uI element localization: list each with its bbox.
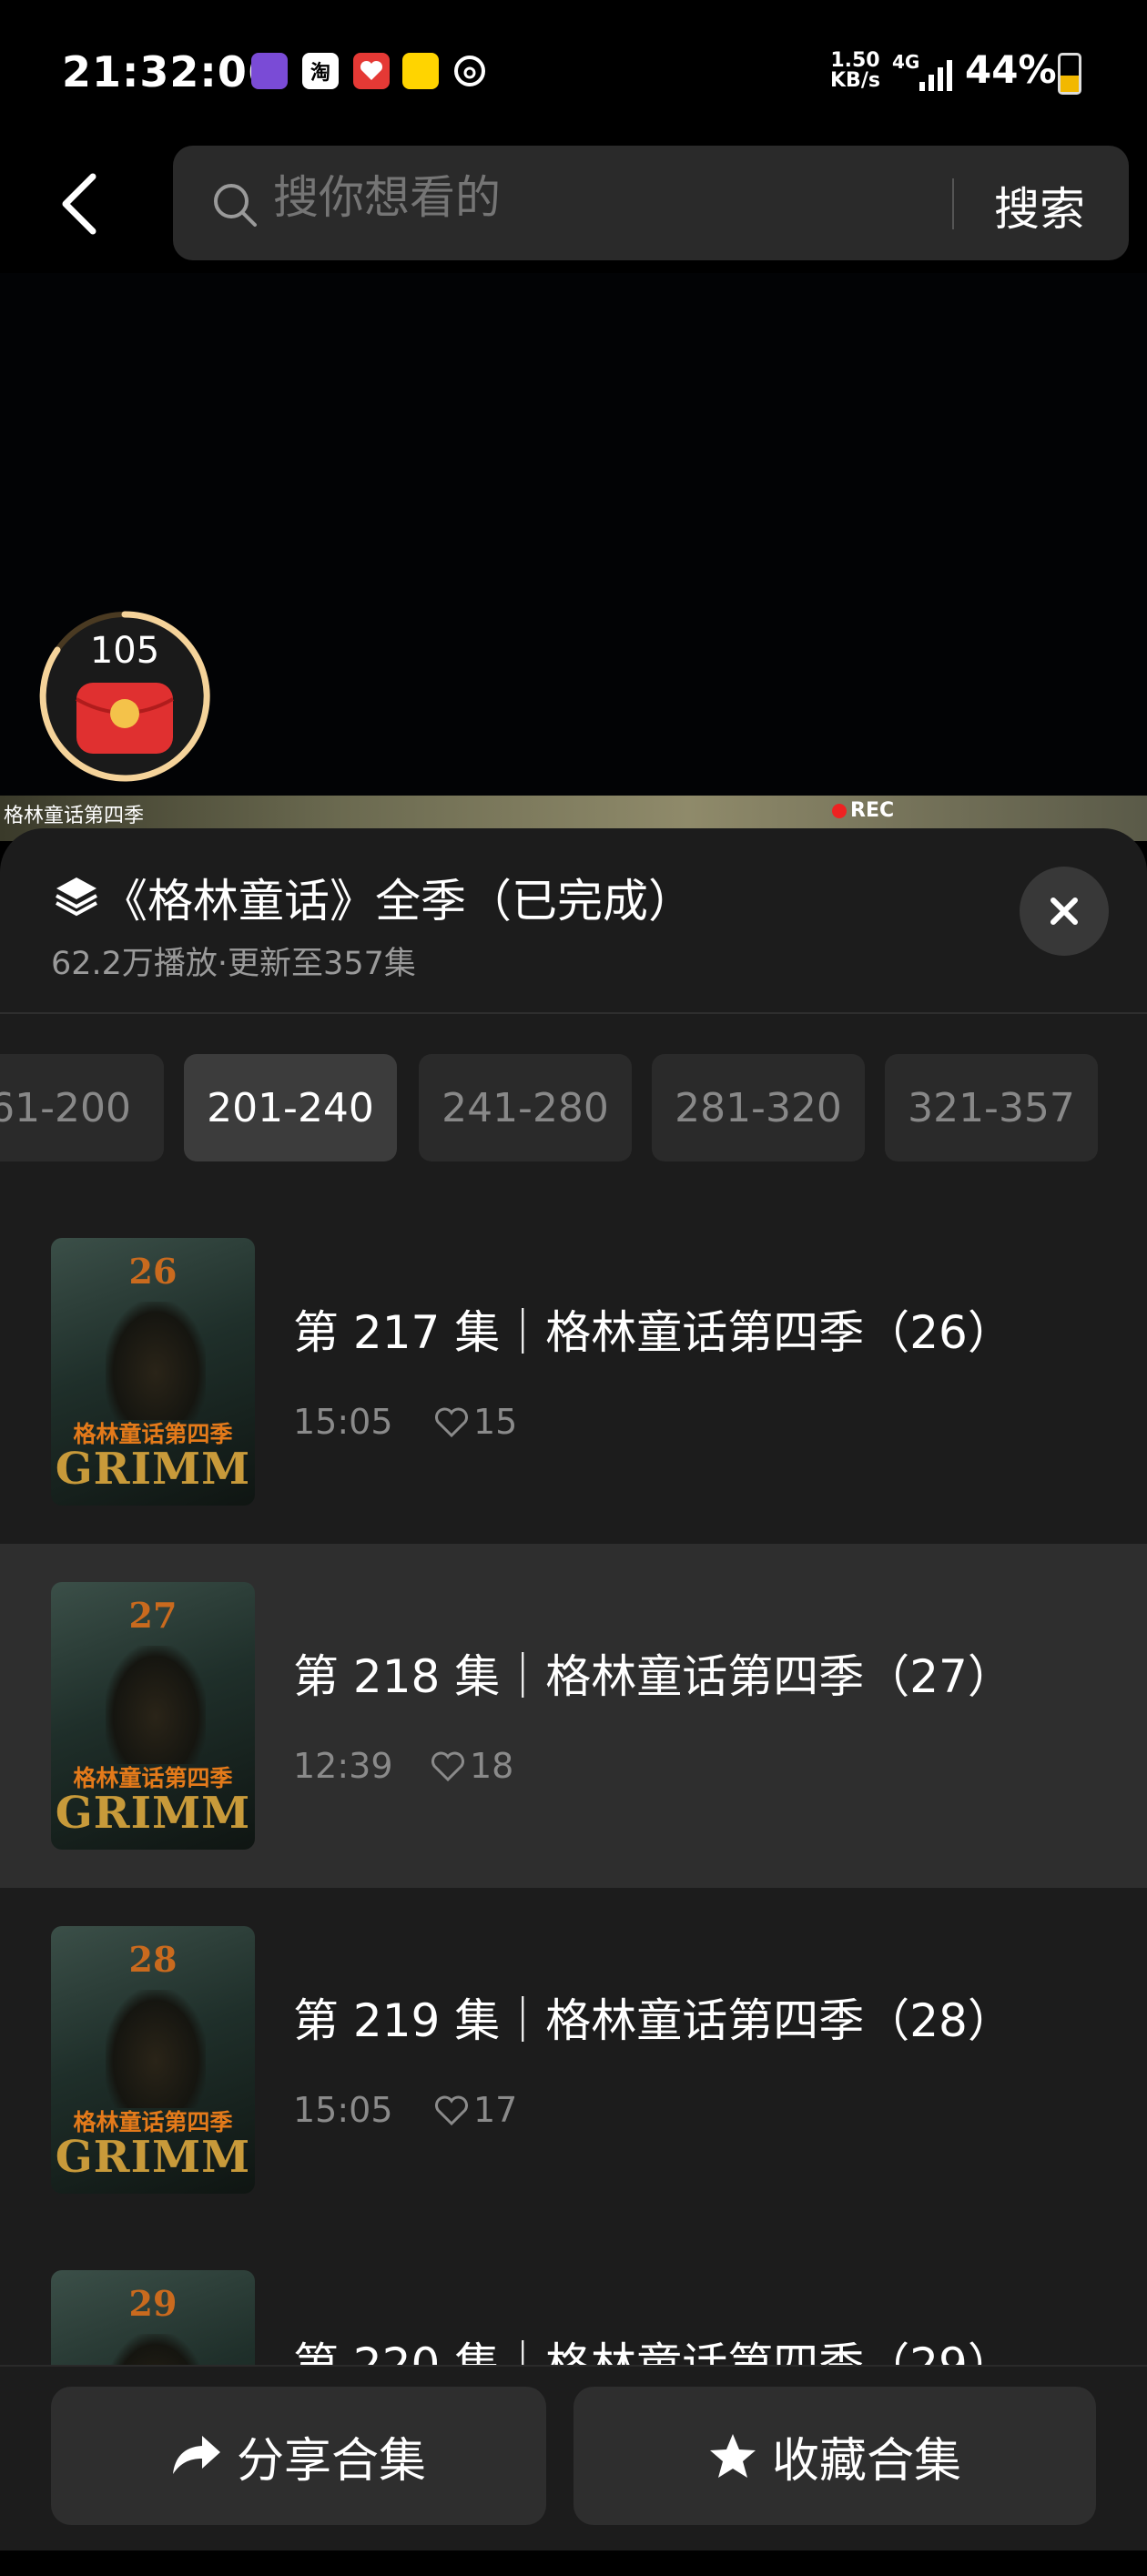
close-button[interactable] [1020, 867, 1109, 956]
signal-icon [919, 58, 956, 95]
episode-duration: 15:05 [293, 1402, 393, 1442]
thumbnail-number: 26 [128, 1251, 178, 1292]
share-label: 分享合集 [236, 2433, 426, 2489]
thumbnail-logo: GRIMM [55, 2132, 251, 2183]
thumbnail-number: 27 [128, 1595, 178, 1636]
episode-title: 第 217 集｜格林童话第四季（26） [293, 1306, 1013, 1359]
net-speed-unit: KB/s [830, 69, 880, 92]
network-type: 4G [892, 51, 920, 73]
search-icon [209, 179, 260, 234]
netease-music-icon [452, 53, 488, 89]
episode-thumbnail: 26 格林童话第四季 GRIMM [51, 1238, 255, 1506]
rec-label: REC [850, 799, 895, 822]
episode-title: 第 219 集｜格林童话第四季（28） [293, 1994, 1013, 2047]
tab-range-1[interactable]: 161-200 [0, 1054, 164, 1161]
like-count: 17 [473, 2090, 518, 2130]
thumbnail-logo: GRIMM [55, 1444, 251, 1495]
collection-stats: 62.2万播放·更新至357集 [51, 946, 416, 982]
star-icon [709, 2434, 756, 2478]
heart-icon [435, 1407, 468, 1438]
search-divider [952, 178, 954, 229]
rec-dot-icon [832, 804, 847, 818]
share-icon [172, 2436, 220, 2474]
layers-icon [53, 872, 100, 923]
favorite-collection-button[interactable]: 收藏合集 [574, 2387, 1096, 2525]
heart-icon [435, 2095, 468, 2126]
thumbnail-logo: GRIMM [55, 1788, 251, 1839]
tab-range-2[interactable]: 201-240 [184, 1054, 397, 1161]
tab-range-4[interactable]: 281-320 [652, 1054, 865, 1161]
episode-duration: 15:05 [293, 2090, 393, 2130]
search-input[interactable] [273, 171, 910, 224]
share-collection-button[interactable]: 分享合集 [51, 2387, 546, 2525]
like-count: 18 [470, 1746, 514, 1786]
taobao-icon: 淘 [302, 53, 339, 89]
status-bar: 21:32:06 淘 1.50 KB/s 4G 44% [0, 0, 1147, 146]
tab-range-3[interactable]: 241-280 [419, 1054, 632, 1161]
episode-likes[interactable]: 18 [430, 1746, 513, 1786]
thumbnail-number: 28 [128, 1939, 178, 1980]
back-button[interactable] [56, 171, 111, 237]
close-icon [1051, 898, 1078, 925]
reward-count: 105 [89, 630, 160, 672]
battery-icon [1058, 53, 1081, 95]
heart-icon [431, 1751, 464, 1782]
yellow-app-icon [402, 53, 439, 89]
battery-percent: 44% [965, 47, 1057, 92]
thumbnail-number: 29 [128, 2283, 178, 2324]
episode-thumbnail: 27 格林童话第四季 GRIMM [51, 1582, 255, 1850]
episode-duration: 12:39 [293, 1746, 393, 1786]
video-overlay-label: 格林童话第四季 [4, 805, 145, 827]
chevron-left-icon [62, 173, 96, 235]
like-count: 15 [473, 1402, 518, 1442]
tab-range-5[interactable]: 321-357 [885, 1054, 1098, 1161]
sheet-divider [0, 1012, 1147, 1014]
favorite-label: 收藏合集 [771, 2433, 961, 2489]
search-button[interactable]: 搜索 [994, 173, 1085, 238]
collection-title: 《格林童话》全季（已完成） [102, 875, 694, 928]
net-speed: 1.50 KB/s [830, 51, 880, 91]
episode-title: 第 218 集｜格林童话第四季（27） [293, 1650, 1013, 1703]
heart-app-icon [353, 53, 390, 89]
episode-likes[interactable]: 17 [433, 2090, 517, 2130]
episode-likes[interactable]: 15 [433, 1402, 517, 1442]
app-icon-1 [251, 53, 288, 89]
net-speed-value: 1.50 [830, 49, 880, 72]
status-time: 21:32:06 [62, 47, 278, 96]
episode-thumbnail: 28 格林童话第四季 GRIMM [51, 1926, 255, 2194]
